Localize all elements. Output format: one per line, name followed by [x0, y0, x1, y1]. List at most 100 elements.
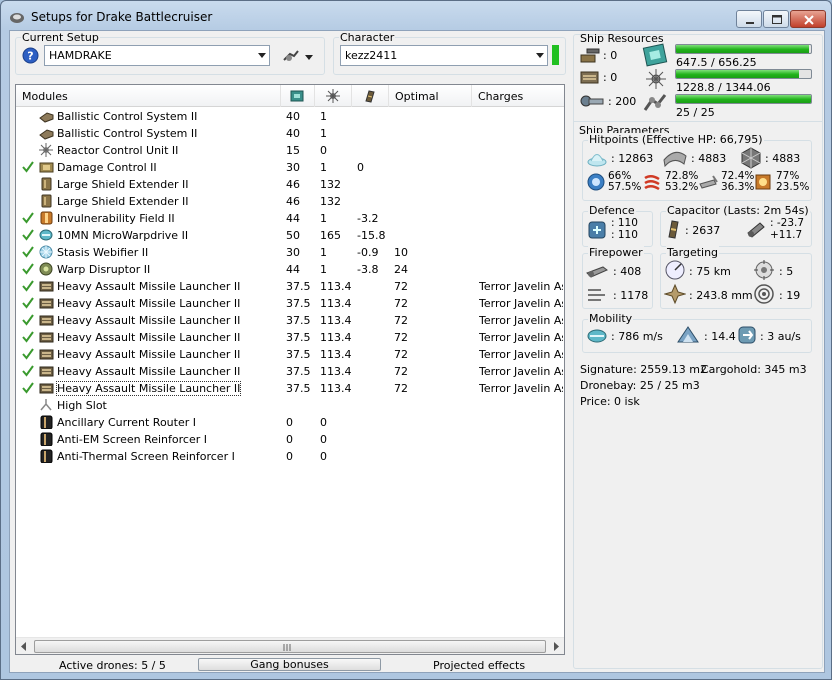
dps-value: : 408 — [613, 265, 642, 278]
close-button[interactable] — [790, 10, 826, 28]
calibration-bar-fill — [676, 95, 811, 103]
calibration-icon — [643, 94, 667, 111]
character-label: Character — [339, 31, 396, 44]
modules-grid[interactable]: Modules Optimal Charges Ballistic Contro… — [15, 84, 565, 655]
module-powergrid: 132 — [320, 178, 341, 191]
setup-actions-button[interactable] — [280, 46, 316, 66]
high-slot-icon — [40, 399, 52, 411]
module-optimal: 72 — [394, 297, 408, 310]
cpu-bar-fill — [676, 45, 810, 53]
module-row[interactable]: Large Shield Extender II 46 132 — [16, 193, 564, 210]
module-row[interactable]: Heavy Assault Missile Launcher II 37.5 113… — [16, 363, 564, 380]
scroll-right-icon[interactable] — [552, 642, 560, 651]
dps-icon — [586, 266, 608, 278]
help-icon[interactable]: ? — [22, 47, 39, 64]
header-optimal[interactable]: Optimal — [389, 85, 472, 107]
module-row[interactable]: Ballistic Control System II 40 1 — [16, 108, 564, 125]
scroll-left-icon[interactable] — [20, 642, 28, 651]
module-powergrid: 1 — [320, 246, 327, 259]
module-powergrid: 0 — [320, 450, 327, 463]
checkmark-icon[interactable] — [22, 296, 34, 310]
scrollbar-thumb[interactable] — [34, 640, 546, 653]
module-row[interactable]: Heavy Assault Missile Launcher II 37.5 113… — [16, 295, 564, 312]
module-cpu: 46 — [286, 178, 300, 191]
gang-bonuses-button[interactable]: Gang bonuses — [198, 658, 381, 671]
module-powergrid: 1 — [320, 212, 327, 225]
checkmark-icon[interactable] — [22, 279, 34, 293]
explosive-resist-icon — [755, 174, 771, 190]
active-drones-label[interactable]: Active drones: 5 / 5 — [59, 659, 166, 672]
missile-launcher-icon — [39, 298, 54, 309]
checkmark-icon[interactable] — [22, 381, 34, 395]
module-row[interactable]: Heavy Assault Missile Launcher II 37.5 113… — [16, 278, 564, 295]
dronebay-value: Dronebay: 25 / 25 m3 — [580, 379, 700, 392]
minimize-button[interactable] — [736, 10, 762, 28]
align-time-icon — [677, 326, 699, 343]
module-powergrid: 113.4 — [320, 331, 352, 344]
module-powergrid: 0 — [320, 433, 327, 446]
powergrid-icon — [646, 69, 666, 89]
title-bar[interactable]: Setups for Drake Battlecruiser — [1, 1, 831, 31]
checkmark-icon[interactable] — [22, 313, 34, 327]
module-name: Heavy Assault Missile Launcher II — [57, 365, 241, 378]
module-name: 10MN MicroWarpdrive II — [57, 229, 189, 242]
module-optimal: 72 — [394, 314, 408, 327]
capacitor-recharge-icon — [747, 222, 765, 238]
module-row[interactable]: Ancillary Current Router I 0 0 — [16, 414, 564, 431]
module-name: Warp Disruptor II — [57, 263, 151, 276]
thermal-resist-icon — [644, 175, 660, 191]
checkmark-icon[interactable] — [22, 160, 34, 174]
header-powergrid[interactable] — [315, 85, 352, 107]
checkmark-icon[interactable] — [22, 364, 34, 378]
header-capacitor[interactable] — [352, 85, 389, 107]
module-row[interactable]: Heavy Assault Missile Launcher II 37.5 113… — [16, 346, 564, 363]
module-powergrid: 1 — [320, 161, 327, 174]
checkmark-icon[interactable] — [22, 347, 34, 361]
powergrid-bar-fill — [676, 70, 800, 78]
module-row[interactable]: Ballistic Control System II 40 1 — [16, 125, 564, 142]
targeting-label: Targeting — [666, 246, 720, 259]
ship-tools-icon — [283, 50, 313, 61]
horizontal-scrollbar[interactable] — [16, 637, 564, 654]
module-row[interactable]: Heavy Assault Missile Launcher II 37.5 113… — [16, 329, 564, 346]
setup-select[interactable]: HAMDRAKE — [44, 45, 270, 66]
module-name: Heavy Assault Missile Launcher II — [57, 314, 241, 327]
checkmark-icon[interactable] — [22, 228, 34, 242]
header-charges[interactable]: Charges — [472, 85, 564, 107]
module-name: Damage Control II — [57, 161, 157, 174]
module-cpu: 15 — [286, 144, 300, 157]
module-powergrid: 113.4 — [320, 348, 352, 361]
module-row[interactable]: Heavy Assault Missile Launcher II 37.5 113… — [16, 312, 564, 329]
checkmark-icon[interactable] — [22, 262, 34, 276]
checkmark-icon[interactable] — [22, 330, 34, 344]
divider — [573, 121, 823, 122]
maximize-button[interactable] — [763, 10, 789, 28]
character-select[interactable]: kezz2411 — [340, 45, 548, 66]
module-row[interactable]: Anti-EM Screen Reinforcer I 0 0 — [16, 431, 564, 448]
calibration-bar — [675, 94, 812, 104]
module-row[interactable]: Warp Disruptor II 44 1 -3.8 24 — [16, 261, 564, 278]
module-row[interactable]: Damage Control II 30 1 0 — [16, 159, 564, 176]
header-cpu[interactable] — [281, 85, 315, 107]
module-name: Heavy Assault Missile Launcher II — [55, 381, 242, 396]
header-modules[interactable]: Modules — [16, 85, 281, 107]
module-charges: Terror Javelin Ass — [479, 297, 563, 310]
module-row[interactable]: Reactor Control Unit II 15 0 — [16, 142, 564, 159]
grid-header: Modules Optimal Charges — [16, 85, 564, 107]
checkmark-icon[interactable] — [22, 245, 34, 259]
module-row[interactable]: Large Shield Extender II 46 132 — [16, 176, 564, 193]
volley-icon — [588, 289, 605, 301]
module-row[interactable]: Stasis Webifier II 30 1 -0.9 10 — [16, 244, 564, 261]
module-powergrid: 1 — [320, 110, 327, 123]
module-row[interactable]: High Slot — [16, 397, 564, 414]
module-row[interactable]: Invulnerability Field II 44 1 -3.2 — [16, 210, 564, 227]
projected-effects-label[interactable]: Projected effects — [433, 659, 525, 672]
checkmark-icon[interactable] — [22, 211, 34, 225]
missile-launcher-icon — [39, 366, 54, 377]
module-optimal: 72 — [394, 331, 408, 344]
module-row[interactable]: 10MN MicroWarpdrive II 50 165 -15.8 — [16, 227, 564, 244]
module-row[interactable]: Heavy Assault Missile Launcher II 37.5 113… — [16, 380, 564, 397]
grip-icon — [283, 644, 291, 651]
module-optimal: 10 — [394, 246, 408, 259]
module-row[interactable]: Anti-Thermal Screen Reinforcer I 0 0 — [16, 448, 564, 465]
